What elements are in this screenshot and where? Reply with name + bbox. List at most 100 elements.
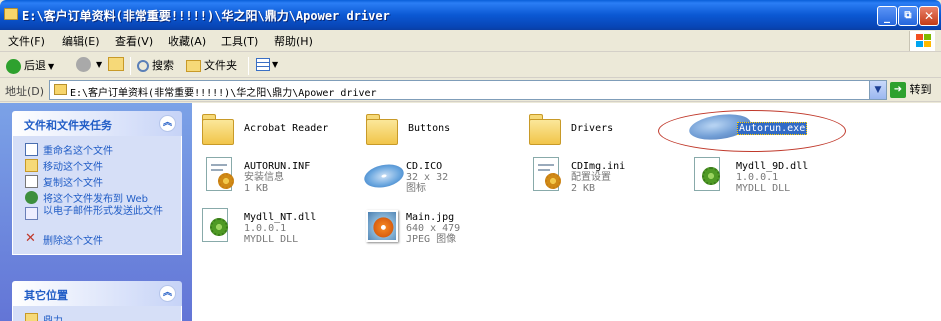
- task-delete-label: 删除这个文件: [43, 236, 103, 247]
- file-item[interactable]: Mydll_NT.dll 1.0.0.1 MYDLL DLL: [200, 206, 360, 252]
- menu-view[interactable]: 查看(V): [115, 33, 153, 49]
- file-tasks-list: 重命名这个文件 移动这个文件 复制这个文件 将这个文件发布到 Web 以电子邮件…: [12, 136, 182, 255]
- maximize-button[interactable]: ⧉: [898, 6, 918, 26]
- task-delete[interactable]: ✕ 删除这个文件: [13, 232, 181, 248]
- menu-tools[interactable]: 工具(T): [221, 33, 258, 49]
- other-places-title: 其它位置: [24, 289, 68, 302]
- go-label: 转到: [909, 83, 932, 96]
- jpeg-image-icon: [362, 206, 402, 246]
- folder-icon: [364, 109, 404, 149]
- task-move-label: 移动这个文件: [43, 162, 103, 173]
- file-type: 图标: [406, 183, 426, 194]
- task-email-label: 以电子邮件形式发送此文件: [43, 206, 163, 217]
- views-button[interactable]: ▼: [256, 57, 278, 75]
- window-title: E:\客户订单资料(非常重要!!!!!)\华之阳\鼎力\Apower drive…: [22, 9, 390, 23]
- file-name: Mydll_NT.dll: [244, 212, 317, 223]
- file-type: 配置设置: [571, 172, 611, 183]
- folder-name: Acrobat Reader: [244, 123, 329, 134]
- setup-info-icon: [200, 155, 240, 195]
- folder-icon: [54, 84, 67, 95]
- collapse-icon[interactable]: ︽: [159, 115, 176, 132]
- back-button[interactable]: 后退 ▼: [6, 57, 54, 75]
- folder-name: Drivers: [571, 123, 614, 134]
- file-type: 安装信息: [244, 172, 284, 183]
- file-tasks-header[interactable]: 文件和文件夹任务 ︽: [12, 111, 182, 136]
- file-name: CDImg.ini: [571, 161, 626, 172]
- file-tasks-box: 文件和文件夹任务 ︽ 重命名这个文件 移动这个文件 复制这个文件 将这个文件发布…: [12, 111, 182, 255]
- up-folder-button[interactable]: [108, 57, 124, 75]
- chevron-down-icon: ▼: [272, 59, 279, 69]
- toolbar-separator: [130, 57, 131, 75]
- file-item[interactable]: CD.ICO 32 x 32 图标: [362, 155, 512, 201]
- file-version: 1.0.0.1: [736, 172, 779, 183]
- file-item[interactable]: Mydll_9D.dll 1.0.0.1 MYDLL DLL: [692, 155, 842, 201]
- close-button[interactable]: ✕: [919, 6, 939, 26]
- folder-icon: [527, 109, 567, 149]
- up-folder-icon: [108, 57, 124, 71]
- search-icon: [137, 60, 149, 72]
- menu-edit[interactable]: 编辑(E): [62, 33, 100, 49]
- task-pane: 文件和文件夹任务 ︽ 重命名这个文件 移动这个文件 复制这个文件 将这个文件发布…: [0, 103, 192, 321]
- folder-item[interactable]: Acrobat Reader: [200, 109, 360, 151]
- file-name: CD.ICO: [406, 161, 443, 172]
- task-rename[interactable]: 重命名这个文件: [13, 142, 181, 158]
- menu-help[interactable]: 帮助(H): [274, 33, 313, 49]
- file-dimensions: 640 x 479: [406, 223, 461, 234]
- annotation-ellipse: [658, 110, 846, 152]
- task-publish-web[interactable]: 将这个文件发布到 Web: [13, 190, 181, 206]
- config-settings-icon: [527, 155, 567, 195]
- file-item[interactable]: CDImg.ini 配置设置 2 KB: [527, 155, 677, 201]
- menu-bar: 文件(F) 编辑(E) 查看(V) 收藏(A) 工具(T) 帮助(H): [0, 30, 941, 52]
- views-icon: [256, 57, 270, 71]
- title-bar: E:\客户订单资料(非常重要!!!!!)\华之阳\鼎力\Apower drive…: [0, 0, 941, 30]
- back-label: 后退: [24, 59, 46, 72]
- folder-icon: [4, 8, 18, 20]
- task-copy[interactable]: 复制这个文件: [13, 174, 181, 190]
- file-item[interactable]: AUTORUN.INF 安装信息 1 KB: [200, 155, 360, 201]
- folders-icon: [186, 60, 201, 72]
- menu-file[interactable]: 文件(F): [8, 33, 45, 49]
- place-dingli[interactable]: 鼎力: [13, 312, 181, 321]
- other-places-box: 其它位置 ︽ 鼎力: [12, 281, 182, 321]
- go-button[interactable]: ➜ 转到: [890, 81, 932, 99]
- file-name: AUTORUN.INF: [244, 161, 311, 172]
- collapse-icon[interactable]: ︽: [159, 285, 176, 302]
- address-bar: 地址(D) E:\客户订单资料(非常重要!!!!!)\华之阳\鼎力\Apower…: [0, 78, 941, 102]
- file-description: MYDLL DLL: [736, 183, 791, 194]
- file-size: 2 KB: [571, 183, 596, 194]
- file-name: Main.jpg: [406, 212, 455, 223]
- web-publish-icon: [25, 191, 38, 204]
- file-version: 1.0.0.1: [244, 223, 287, 234]
- address-input[interactable]: E:\客户订单资料(非常重要!!!!!)\华之阳\鼎力\Apower drive…: [49, 80, 887, 100]
- folder-item[interactable]: Drivers: [527, 109, 677, 151]
- other-places-header[interactable]: 其它位置 ︽: [12, 281, 182, 306]
- dll-icon: [692, 155, 732, 195]
- chevron-down-icon: ▼: [96, 60, 103, 69]
- minimize-icon: _: [884, 9, 890, 23]
- back-arrow-icon: [6, 58, 21, 74]
- toolbar-separator: [248, 57, 249, 75]
- forward-arrow-icon: [76, 57, 91, 72]
- minimize-button[interactable]: _: [877, 6, 897, 26]
- go-arrow-icon: ➜: [890, 82, 906, 98]
- restore-icon: ⧉: [904, 10, 912, 21]
- search-button[interactable]: 搜索: [137, 57, 174, 75]
- copy-icon: [25, 175, 38, 188]
- task-email[interactable]: 以电子邮件形式发送此文件: [13, 206, 181, 232]
- other-places-list: 鼎力: [12, 306, 182, 321]
- file-item[interactable]: Main.jpg 640 x 479 JPEG 图像: [362, 206, 512, 252]
- close-icon: ✕: [923, 9, 935, 23]
- menu-favorites[interactable]: 收藏(A): [168, 33, 206, 49]
- folder-item[interactable]: Buttons: [364, 109, 514, 151]
- address-dropdown-button[interactable]: ▼: [869, 81, 886, 99]
- folders-label: 文件夹: [204, 59, 237, 72]
- file-size: 1 KB: [244, 183, 269, 194]
- task-move[interactable]: 移动这个文件: [13, 158, 181, 174]
- folders-button[interactable]: 文件夹: [186, 57, 237, 75]
- toolbar: 后退 ▼ ▼ 搜索 文件夹 ▼: [0, 53, 941, 78]
- file-description: MYDLL DLL: [244, 234, 299, 245]
- folder-icon: [25, 313, 38, 321]
- forward-button[interactable]: ▼: [76, 57, 102, 75]
- address-value: E:\客户订单资料(非常重要!!!!!)\华之阳\鼎力\Apower drive…: [70, 88, 377, 99]
- task-publish-web-label: 将这个文件发布到 Web: [43, 194, 148, 205]
